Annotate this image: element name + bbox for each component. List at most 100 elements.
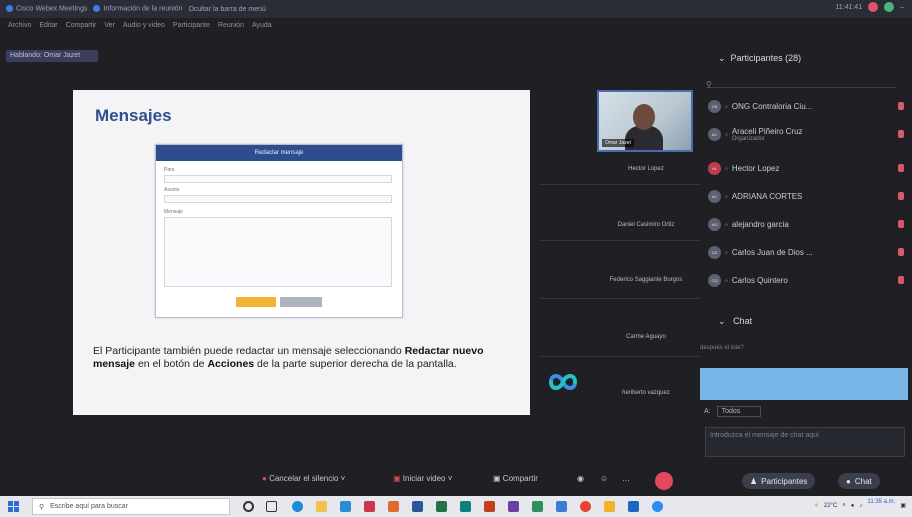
mute-icon[interactable] bbox=[898, 102, 904, 110]
menu-item-archivo[interactable]: Archivo bbox=[8, 22, 31, 29]
taskbar-search-placeholder: Escribe aquí para buscar bbox=[50, 503, 128, 510]
webex-taskbar-icon[interactable] bbox=[652, 501, 663, 512]
app-icon[interactable] bbox=[628, 501, 639, 512]
participants-header[interactable]: ⌄ Participantes (28) bbox=[700, 48, 912, 68]
app-icon[interactable] bbox=[484, 501, 495, 512]
app-icon[interactable] bbox=[460, 501, 471, 512]
participant-search[interactable]: ⚲ bbox=[706, 74, 896, 89]
more-icon: … bbox=[622, 474, 630, 483]
chat-input[interactable]: Introduzca el mensaje de chat aquí bbox=[705, 427, 905, 457]
chat-message-line: después el lote? bbox=[700, 345, 744, 351]
video-divider bbox=[540, 184, 700, 185]
share-button[interactable]: ▣ Compartir bbox=[493, 474, 538, 483]
task-view-icon[interactable] bbox=[266, 501, 277, 512]
hide-menu-link[interactable]: Ocultar la barra de menú bbox=[188, 6, 265, 13]
volume-icon[interactable]: ♪ bbox=[859, 503, 862, 509]
collapse-icon[interactable]: ⌄ bbox=[718, 316, 726, 326]
microphone-icon: ● bbox=[262, 474, 267, 483]
notifications-icon[interactable]: ▣ bbox=[900, 502, 906, 509]
dialog-field-subject bbox=[164, 195, 392, 203]
person-head bbox=[633, 104, 655, 130]
store-icon[interactable] bbox=[340, 501, 351, 512]
audio-icon: ◦ bbox=[725, 275, 728, 285]
dialog-label-to: Para bbox=[164, 167, 175, 173]
participant-row[interactable]: HL ◦ Hector Lopez bbox=[700, 154, 912, 182]
weather-icon[interactable]: ☀ bbox=[813, 502, 818, 509]
mute-icon[interactable] bbox=[898, 130, 904, 138]
menu-item-ayuda[interactable]: Ayuda bbox=[252, 22, 272, 29]
participant-row[interactable]: OA ◦ ONG Contraloria Ciu... bbox=[700, 92, 912, 120]
windows-taskbar: ⚲ Escribe aquí para buscar ☀ 22°C ˄ ● ♪ … bbox=[0, 496, 912, 517]
slide-title: Mensajes bbox=[95, 106, 172, 125]
participants-button[interactable]: ♟ Participantes bbox=[742, 473, 816, 489]
chat-button[interactable]: ● Chat bbox=[838, 473, 880, 489]
chat-highlighted-message bbox=[700, 368, 908, 400]
app-icon[interactable] bbox=[532, 501, 543, 512]
app-icon[interactable] bbox=[388, 501, 399, 512]
self-video-name: Omar Jazet bbox=[602, 139, 634, 147]
network-icon[interactable]: ● bbox=[851, 503, 855, 509]
reactions-button[interactable]: ☺ bbox=[600, 474, 608, 483]
video-divider bbox=[540, 356, 700, 357]
file-explorer-icon[interactable] bbox=[316, 501, 327, 512]
participant-row[interactable]: AG ◦ alejandro garcia bbox=[700, 210, 912, 238]
avatar: CQ bbox=[708, 273, 721, 287]
menu-item-audio-video[interactable]: Audio y video bbox=[123, 22, 165, 29]
people-icon: ♟ bbox=[750, 476, 758, 486]
cortana-icon[interactable] bbox=[243, 501, 254, 512]
participant-row[interactable]: AC ◦ ADRIANA CORTES bbox=[700, 182, 912, 210]
app-icon[interactable] bbox=[556, 501, 567, 512]
menu-item-ver[interactable]: Ver bbox=[104, 22, 115, 29]
avatar: AG bbox=[708, 217, 721, 231]
clock-time: 11:35 a.m. bbox=[867, 499, 896, 505]
self-video-tile[interactable]: Omar Jazet bbox=[597, 90, 693, 152]
app-icon[interactable] bbox=[604, 501, 615, 512]
chrome-icon[interactable] bbox=[580, 501, 591, 512]
dialog-label-message: Mensaje bbox=[164, 209, 183, 215]
meeting-info-tab[interactable]: Información de la reunión bbox=[93, 5, 182, 13]
chat-header[interactable]: ⌄ Chat bbox=[700, 316, 912, 332]
more-button[interactable]: … bbox=[622, 474, 630, 483]
powerpoint-icon[interactable] bbox=[364, 501, 375, 512]
collapse-icon[interactable]: ⌄ bbox=[718, 53, 726, 64]
tray-chevron-icon[interactable]: ˄ bbox=[842, 503, 846, 509]
menu-item-reunion[interactable]: Reunión bbox=[218, 22, 244, 29]
minimize-icon[interactable]: – bbox=[900, 4, 904, 11]
audio-icon: ◦ bbox=[725, 219, 728, 229]
mute-button[interactable]: ● Cancelar el silencio ˅ bbox=[262, 474, 345, 483]
search-icon: ⚲ bbox=[706, 80, 712, 89]
slide-body-text: El Participante también puede redactar u… bbox=[93, 345, 484, 370]
video-name-2: Daniel Casimiro Ortiz bbox=[617, 222, 675, 228]
app-icon[interactable] bbox=[508, 501, 519, 512]
menu-item-editar[interactable]: Editar bbox=[39, 22, 57, 29]
participant-row[interactable]: AC ◦ Araceli Piñeiro Cruz Organizador bbox=[700, 120, 912, 148]
participant-name-block: Araceli Piñeiro Cruz Organizador bbox=[732, 127, 803, 142]
menu-item-compartir[interactable]: Compartir bbox=[66, 22, 97, 29]
end-call-button[interactable] bbox=[655, 472, 673, 490]
mute-icon[interactable] bbox=[898, 248, 904, 256]
edge-icon[interactable] bbox=[292, 501, 303, 512]
camera-icon: ▣ bbox=[393, 474, 401, 483]
participant-row[interactable]: CD ◦ Carlos Juan de Dios ... bbox=[700, 238, 912, 266]
record-icon[interactable] bbox=[868, 2, 879, 12]
chat-recipient-select[interactable]: Todos bbox=[716, 405, 762, 417]
clock[interactable]: 11:35 a.m. bbox=[867, 499, 895, 512]
record-icon: ◉ bbox=[577, 474, 584, 483]
mute-icon[interactable] bbox=[898, 164, 904, 172]
windows-start-icon[interactable] bbox=[8, 501, 19, 512]
avatar: OA bbox=[708, 99, 721, 113]
start-video-button[interactable]: ▣ Iniciar video ˅ bbox=[393, 474, 452, 483]
participant-row[interactable]: CQ ◦ Carlos Quintero bbox=[700, 266, 912, 294]
mute-icon[interactable] bbox=[898, 220, 904, 228]
excel-icon[interactable] bbox=[436, 501, 447, 512]
mute-icon[interactable] bbox=[898, 276, 904, 284]
word-icon[interactable] bbox=[412, 501, 423, 512]
speaking-indicator: Hablando: Omar Jazet bbox=[6, 50, 98, 62]
taskbar-search[interactable]: ⚲ Escribe aquí para buscar bbox=[32, 498, 230, 515]
menu-item-participante[interactable]: Participante bbox=[173, 22, 210, 29]
record-button[interactable]: ◉ bbox=[577, 474, 584, 483]
audio-icon: ◦ bbox=[725, 163, 728, 173]
chat-recipient[interactable]: A: Todos bbox=[700, 404, 908, 418]
mute-icon[interactable] bbox=[898, 192, 904, 200]
audio-icon: ◦ bbox=[725, 191, 728, 201]
